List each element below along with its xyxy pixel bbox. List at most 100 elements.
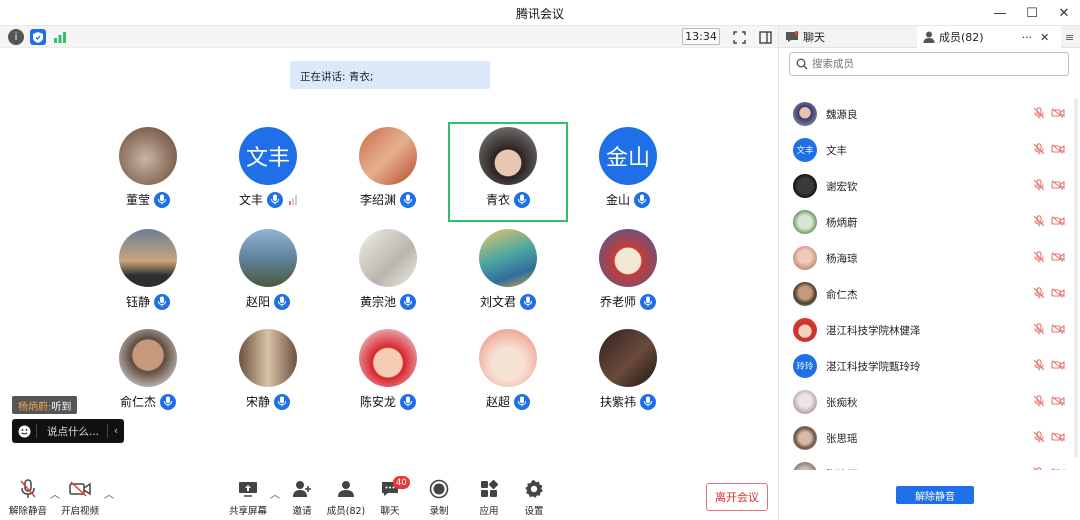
collapse-chevron-icon[interactable]: ‹ <box>108 425 124 437</box>
share-options-caret-icon[interactable]: ︿ <box>270 486 280 501</box>
panel-menu-icon[interactable]: ≡ <box>1061 26 1080 48</box>
member-row[interactable]: 杨炳蔚 <box>779 204 1080 240</box>
participant-tile[interactable]: 金山 金山 <box>568 122 688 222</box>
mic-muted-icon[interactable] <box>1033 106 1045 122</box>
unmute-button[interactable]: 解除静音 <box>6 478 50 517</box>
mic-on-icon <box>400 293 416 310</box>
participant-tile[interactable]: 刘文君 <box>448 224 568 324</box>
participant-tile[interactable]: 俞仁杰 <box>88 324 208 424</box>
camera-off-icon[interactable] <box>1051 287 1065 301</box>
camera-off-icon[interactable] <box>1051 179 1065 193</box>
mic-muted-icon[interactable] <box>1033 394 1045 410</box>
mic-muted-icon <box>19 478 37 500</box>
shield-icon[interactable] <box>30 29 46 45</box>
member-search-input[interactable] <box>812 58 1052 70</box>
invite-button[interactable]: 邀请 <box>280 478 324 517</box>
member-row[interactable]: 魏源良 <box>779 96 1080 132</box>
mic-muted-icon[interactable] <box>1033 466 1045 470</box>
member-row[interactable]: 文丰 文丰 <box>779 132 1080 168</box>
participant-tile[interactable]: 扶紫祎 <box>568 324 688 424</box>
participant-tile[interactable]: 董莹 <box>88 122 208 222</box>
video-options-caret-icon[interactable]: ︿ <box>104 486 114 501</box>
member-row[interactable]: 杨海琼 <box>779 240 1080 276</box>
signal-icon[interactable] <box>52 29 68 45</box>
participant-tile[interactable]: 文丰 文丰 <box>208 122 328 222</box>
info-icon[interactable]: i <box>8 29 24 45</box>
camera-off-icon[interactable] <box>1051 143 1065 157</box>
chat-button[interactable]: 40 聊天 <box>368 476 412 517</box>
member-row[interactable]: 俞仁杰 <box>779 276 1080 312</box>
apps-button[interactable]: 应用 <box>467 478 511 517</box>
member-name: 谢宏钦 <box>826 180 858 193</box>
mic-muted-icon[interactable] <box>1033 142 1045 158</box>
members-button[interactable]: 成员(82) <box>324 478 368 517</box>
mic-muted-icon[interactable] <box>1033 322 1045 338</box>
member-search[interactable] <box>789 52 1069 76</box>
mic-muted-icon[interactable] <box>1033 250 1045 266</box>
meeting-clock: 13:34 <box>682 28 720 45</box>
mic-muted-icon[interactable] <box>1033 214 1045 230</box>
subtitle-text: 听到 <box>51 401 72 413</box>
invite-person-icon <box>292 478 312 500</box>
participant-tile[interactable]: 赵阳 <box>208 224 328 324</box>
participant-tile[interactable]: 钰静 <box>88 224 208 324</box>
member-row[interactable]: 玲玲 湛江科技学院甄玲玲 <box>779 348 1080 384</box>
member-row[interactable]: 张清妍 <box>779 456 1080 470</box>
camera-off-icon[interactable] <box>1051 431 1065 445</box>
record-button[interactable]: 录制 <box>417 478 461 517</box>
speaking-banner: 正在讲话: 青衣; <box>290 61 490 89</box>
chat-input-placeholder[interactable]: 说点什么... <box>37 424 107 439</box>
quick-chat-box[interactable]: 说点什么... ‹ <box>12 419 124 443</box>
participant-tile[interactable]: 陈安龙 <box>328 324 448 424</box>
minimize-button[interactable]: — <box>984 0 1016 26</box>
participant-avatar <box>359 127 417 185</box>
participant-tile[interactable]: 乔老师 <box>568 224 688 324</box>
member-row[interactable]: 张痴秋 <box>779 384 1080 420</box>
camera-off-icon[interactable] <box>1051 215 1065 229</box>
member-avatar <box>793 210 817 234</box>
mic-on-icon <box>640 293 656 310</box>
member-row[interactable]: 张思瑶 <box>779 420 1080 456</box>
participant-tile[interactable]: 李绍渊 <box>328 122 448 222</box>
start-video-button[interactable]: 开启视频 <box>58 478 102 517</box>
emoji-icon[interactable] <box>12 425 36 438</box>
layout-toggle-icon[interactable] <box>756 28 774 46</box>
fullscreen-icon[interactable] <box>730 28 748 46</box>
camera-off-icon[interactable] <box>1051 359 1065 373</box>
camera-off-icon[interactable] <box>1051 467 1065 470</box>
close-button[interactable]: ✕ <box>1048 0 1080 26</box>
camera-off-icon[interactable] <box>1051 323 1065 337</box>
mic-muted-icon[interactable] <box>1033 286 1045 302</box>
more-options-icon[interactable]: ··· <box>1022 31 1033 44</box>
bottom-toolbar: 解除静音 ︿ 开启视频 ︿ 共享屏幕 ︿ 邀请 成员(82) 40 聊天 录制 … <box>0 476 778 520</box>
member-avatar <box>793 462 817 470</box>
member-row[interactable]: 谢宏钦 <box>779 168 1080 204</box>
leave-meeting-button[interactable]: 离开会议 <box>706 483 768 511</box>
tab-members[interactable]: 成员(82) ··· ✕ <box>917 26 1061 48</box>
participant-tile[interactable]: 宋静 <box>208 324 328 424</box>
mic-muted-icon[interactable] <box>1033 430 1045 446</box>
unmute-all-button[interactable]: 解除静音 <box>896 486 974 504</box>
member-row[interactable]: 湛江科技学院林健泽 <box>779 312 1080 348</box>
share-screen-button[interactable]: 共享屏幕 <box>226 478 270 517</box>
maximize-button[interactable]: ☐ <box>1016 0 1048 26</box>
member-name: 张思瑶 <box>826 432 858 445</box>
mic-on-icon <box>400 393 416 410</box>
participant-tile[interactable]: 赵超 <box>448 324 568 424</box>
camera-off-icon[interactable] <box>1051 251 1065 265</box>
camera-off-icon[interactable] <box>1051 395 1065 409</box>
mic-muted-icon[interactable] <box>1033 178 1045 194</box>
settings-button[interactable]: 设置 <box>512 478 556 517</box>
member-name: 文丰 <box>826 144 847 157</box>
member-avatar: 文丰 <box>793 138 817 162</box>
participant-avatar <box>479 229 537 287</box>
camera-off-icon[interactable] <box>1051 107 1065 121</box>
close-tab-icon[interactable]: ✕ <box>1040 31 1049 44</box>
participant-tile[interactable]: 黄宗池 <box>328 224 448 324</box>
mic-muted-icon[interactable] <box>1033 358 1045 374</box>
participant-tile[interactable]: 青衣 <box>448 122 568 222</box>
member-list-scrollbar[interactable] <box>1074 98 1078 458</box>
mic-on-icon <box>160 393 176 410</box>
tab-chat[interactable]: 聊天 <box>779 26 917 48</box>
live-subtitle: 杨炳蔚: 听到 <box>12 396 78 414</box>
